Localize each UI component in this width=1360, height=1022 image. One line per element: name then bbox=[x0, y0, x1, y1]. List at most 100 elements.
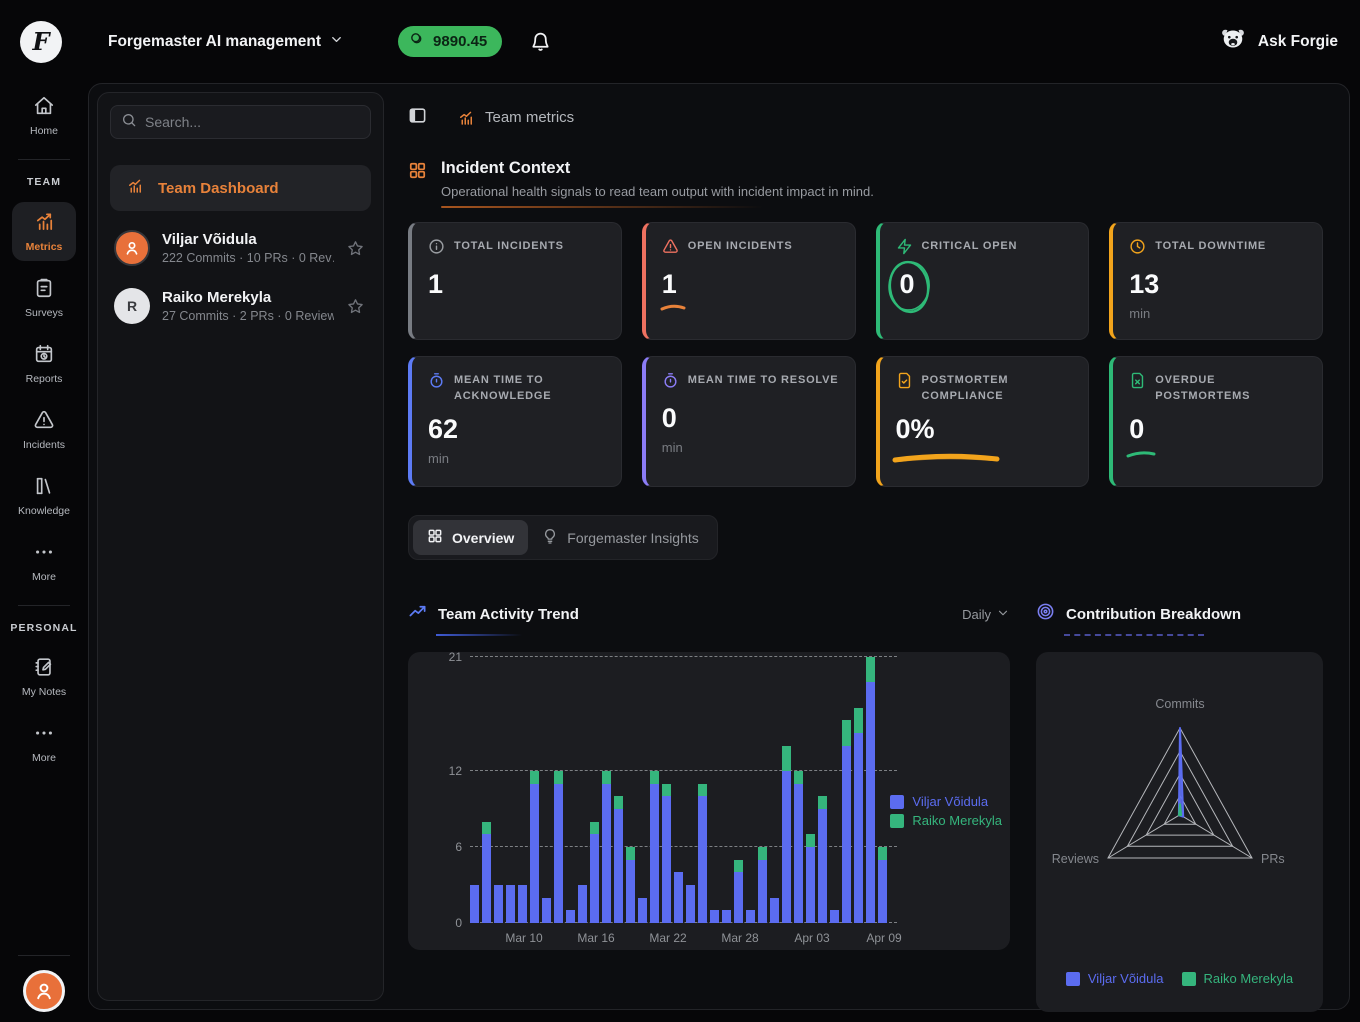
bar bbox=[602, 771, 611, 923]
card-total-incidents: TOTAL INCIDENTS 1 bbox=[408, 222, 622, 340]
ask-forgie-button[interactable]: Ask Forgie bbox=[1218, 26, 1338, 57]
card-unit: min bbox=[1129, 306, 1306, 321]
alert-triangle-icon bbox=[662, 238, 679, 260]
team-section-label: TEAM bbox=[27, 176, 61, 188]
alert-triangle-icon bbox=[33, 409, 55, 434]
hand-drawn-underline bbox=[1126, 449, 1156, 459]
legend-swatch bbox=[890, 795, 904, 809]
y-axis-tick: 6 bbox=[432, 840, 462, 854]
ask-forgie-label: Ask Forgie bbox=[1258, 33, 1338, 51]
member-name: Viljar Võidula bbox=[162, 231, 334, 248]
sidebar-item-incidents[interactable]: Incidents bbox=[12, 401, 76, 459]
gridline bbox=[470, 656, 897, 657]
stopwatch-icon bbox=[428, 372, 445, 394]
pug-face-icon bbox=[1218, 26, 1248, 57]
card-value: 1 bbox=[662, 270, 677, 300]
card-value: 0% bbox=[896, 415, 935, 445]
sidebar-item-label: Reports bbox=[26, 373, 63, 385]
legend-item: Viljar Võidula bbox=[890, 794, 1002, 809]
grid-icon bbox=[408, 159, 427, 208]
star-icon[interactable] bbox=[346, 239, 365, 258]
bar bbox=[530, 771, 539, 923]
books-icon bbox=[33, 475, 55, 500]
bar bbox=[854, 708, 863, 923]
card-value: 62 bbox=[428, 415, 458, 445]
bar bbox=[614, 796, 623, 923]
card-value: 13 bbox=[1129, 270, 1159, 300]
sidebar-item-reports[interactable]: Reports bbox=[12, 335, 76, 393]
bar bbox=[626, 847, 635, 923]
avatar: R bbox=[114, 288, 150, 324]
sidebar-item-home[interactable]: Home bbox=[12, 87, 76, 145]
sidebar-item-surveys[interactable]: Surveys bbox=[12, 269, 76, 327]
card-unit: min bbox=[662, 440, 839, 455]
bar bbox=[794, 771, 803, 923]
x-axis-tick: Apr 09 bbox=[866, 931, 901, 945]
bar bbox=[878, 847, 887, 923]
breadcrumb-chart-icon bbox=[457, 109, 475, 127]
metrics-cards-grid: TOTAL INCIDENTS 1 OPEN INCIDENTS 1 bbox=[408, 222, 1323, 487]
forgemaster-logo[interactable]: F bbox=[20, 21, 62, 63]
bar bbox=[566, 910, 575, 923]
bar bbox=[806, 834, 815, 923]
team-dashboard-item[interactable]: Team Dashboard bbox=[110, 165, 371, 211]
dashboard-chart-icon bbox=[126, 177, 144, 199]
divider bbox=[18, 955, 70, 956]
bar bbox=[470, 885, 479, 923]
member-stats: 222 Commits · 10 PRs · 0 Rev… bbox=[162, 251, 334, 265]
card-critical-open: CRITICAL OPEN 0 bbox=[876, 222, 1090, 340]
avatar bbox=[114, 230, 150, 266]
sidebar-item-label: My Notes bbox=[22, 686, 66, 698]
legend-swatch bbox=[1066, 972, 1080, 986]
bar bbox=[506, 885, 515, 923]
bar bbox=[746, 910, 755, 923]
ellipsis-icon bbox=[33, 722, 55, 747]
bar bbox=[554, 771, 563, 923]
tab-forgemaster-insights[interactable]: Forgemaster Insights bbox=[528, 520, 713, 555]
search-input[interactable] bbox=[145, 114, 360, 130]
bar bbox=[818, 796, 827, 923]
topbar: F Forgemaster AI management 9890.45 Ask … bbox=[0, 0, 1360, 83]
member-row-viljar[interactable]: Viljar Võidula 222 Commits · 10 PRs · 0 … bbox=[110, 219, 371, 277]
divider bbox=[18, 159, 70, 160]
sidebar-item-metrics[interactable]: Metrics bbox=[12, 202, 76, 261]
user-avatar[interactable] bbox=[23, 970, 65, 1012]
grid-icon bbox=[427, 528, 443, 547]
member-stats: 27 Commits · 2 PRs · 0 Reviews bbox=[162, 309, 334, 323]
incident-context-section-header: Incident Context Operational health sign… bbox=[408, 159, 1323, 208]
sidebar-item-label: Incidents bbox=[23, 439, 65, 451]
sidebar-item-knowledge[interactable]: Knowledge bbox=[12, 467, 76, 525]
bar-chart-title: Team Activity Trend bbox=[438, 606, 579, 623]
tab-overview[interactable]: Overview bbox=[413, 520, 528, 555]
bar-plot: 061221Mar 10Mar 16Mar 22Mar 28Apr 03Apr … bbox=[470, 657, 900, 923]
panel-toggle-icon[interactable] bbox=[408, 106, 427, 129]
sidebar-item-my-notes[interactable]: My Notes bbox=[12, 648, 76, 706]
notifications-bell-icon[interactable] bbox=[530, 31, 551, 52]
legend-swatch bbox=[1182, 972, 1196, 986]
credits-value: 9890.45 bbox=[433, 33, 487, 50]
main-container: Team Dashboard Viljar Võidula 222 Commit… bbox=[88, 83, 1350, 1010]
chevron-down-icon bbox=[996, 606, 1010, 623]
credits-badge[interactable]: 9890.45 bbox=[398, 26, 502, 57]
radar-chart-title: Contribution Breakdown bbox=[1066, 606, 1241, 623]
team-activity-bar-chart: 061221Mar 10Mar 16Mar 22Mar 28Apr 03Apr … bbox=[408, 652, 1010, 950]
sidebar-item-team-more[interactable]: More bbox=[12, 533, 76, 591]
star-icon[interactable] bbox=[346, 297, 365, 316]
workspace-switcher[interactable]: Forgemaster AI management bbox=[108, 32, 344, 52]
target-icon bbox=[1036, 602, 1055, 626]
personal-section-label: PERSONAL bbox=[10, 622, 77, 634]
bar bbox=[686, 885, 695, 923]
zap-icon bbox=[896, 238, 913, 260]
x-axis-tick: Mar 10 bbox=[505, 931, 542, 945]
sidebar-item-personal-more[interactable]: More bbox=[12, 714, 76, 772]
section-underline bbox=[441, 206, 763, 208]
file-check-icon bbox=[896, 372, 913, 394]
card-value: 0 bbox=[900, 270, 915, 300]
period-selector[interactable]: Daily bbox=[962, 606, 1010, 623]
clock-icon bbox=[1129, 238, 1146, 260]
search-box[interactable] bbox=[110, 105, 371, 139]
member-row-raiko[interactable]: R Raiko Merekyla 27 Commits · 2 PRs · 0 … bbox=[110, 277, 371, 335]
contribution-radar-chart: Commits PRs Reviews Viljar VõidulaRaiko … bbox=[1036, 652, 1323, 1012]
bar bbox=[866, 657, 875, 923]
metrics-chart-icon bbox=[33, 210, 56, 236]
